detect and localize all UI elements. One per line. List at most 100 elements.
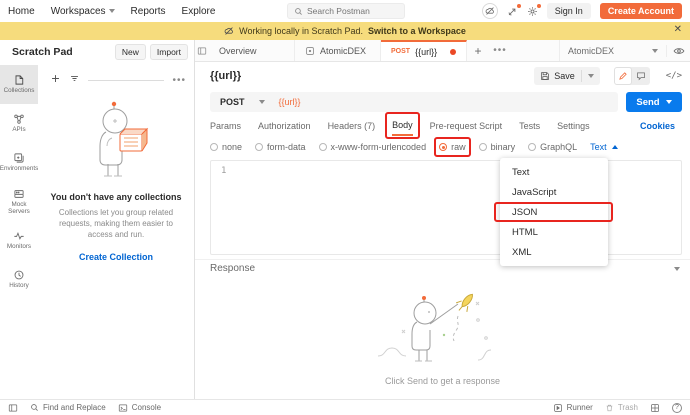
collections-icon bbox=[13, 74, 25, 86]
bodytype-binary[interactable]: binary bbox=[479, 142, 516, 152]
filter-icon[interactable] bbox=[69, 73, 80, 84]
notification-dot bbox=[537, 4, 541, 8]
nav-reports[interactable]: Reports bbox=[131, 6, 166, 17]
body-editor[interactable]: 1 bbox=[210, 160, 682, 255]
response-header[interactable]: Response bbox=[195, 259, 690, 277]
header-actions: Sign In Create Account bbox=[482, 3, 682, 19]
offline-cloud-icon[interactable] bbox=[482, 3, 498, 19]
sidebar-item-apis[interactable]: APIs bbox=[0, 104, 38, 143]
bodytype-raw[interactable]: raw bbox=[439, 142, 466, 152]
empty-collections-illustration bbox=[38, 98, 194, 184]
collapse-sidebar-icon[interactable] bbox=[195, 40, 209, 61]
sidebar-item-environments[interactable]: Environments bbox=[0, 143, 38, 182]
import-button[interactable]: Import bbox=[150, 44, 188, 60]
nav-home[interactable]: Home bbox=[8, 6, 35, 17]
radio-selected-icon bbox=[439, 143, 447, 151]
environments-icon bbox=[13, 152, 25, 164]
sign-in-button[interactable]: Sign In bbox=[547, 3, 591, 19]
tab-pre-request-script[interactable]: Pre-request Script bbox=[430, 117, 503, 135]
environment-eye-icon[interactable] bbox=[666, 45, 690, 57]
url-input[interactable]: {{url}} bbox=[275, 97, 301, 107]
request-option-tabs: Params Authorization Headers (7) Body Pr… bbox=[195, 114, 690, 137]
divider bbox=[581, 70, 582, 82]
help-icon[interactable]: ? bbox=[672, 403, 682, 413]
menu-item-xml[interactable]: XML bbox=[500, 242, 608, 262]
chevron-up-icon bbox=[612, 145, 618, 149]
menu-item-text[interactable]: Text bbox=[500, 162, 608, 182]
add-collection-icon[interactable] bbox=[50, 73, 61, 84]
method-selector[interactable]: POST bbox=[210, 97, 275, 107]
environment-selector[interactable]: AtomicDEX bbox=[560, 46, 666, 56]
send-button[interactable]: Send bbox=[626, 92, 682, 112]
search-underline[interactable] bbox=[88, 80, 164, 81]
new-tab-icon[interactable]: + bbox=[467, 40, 489, 61]
switch-workspace-link[interactable]: Switch to a Workspace bbox=[368, 26, 466, 36]
sidebar-item-mock-servers[interactable]: Mock Servers bbox=[0, 182, 38, 221]
search-input[interactable] bbox=[307, 6, 398, 16]
sidebar-item-monitors[interactable]: Monitors bbox=[0, 221, 38, 260]
nav-workspaces[interactable]: Workspaces bbox=[51, 6, 115, 17]
menu-item-javascript[interactable]: JavaScript bbox=[500, 182, 608, 202]
tab-options-icon[interactable]: ••• bbox=[489, 40, 511, 61]
banner-text: Working locally in Scratch Pad. bbox=[239, 26, 363, 36]
more-options-icon[interactable]: ••• bbox=[172, 78, 186, 84]
empty-collections-description: Collections let you group related reques… bbox=[50, 208, 182, 240]
tab-authorization[interactable]: Authorization bbox=[258, 117, 311, 135]
monitors-icon bbox=[13, 230, 25, 242]
sidebar-item-history[interactable]: History bbox=[0, 260, 38, 299]
cookies-link[interactable]: Cookies bbox=[640, 121, 675, 131]
runner-icon bbox=[553, 403, 563, 413]
save-icon bbox=[540, 71, 550, 81]
bodytype-urlencoded[interactable]: x-www-form-urlencoded bbox=[319, 142, 427, 152]
capture-requests-icon[interactable] bbox=[507, 6, 518, 17]
notification-dot bbox=[517, 4, 521, 8]
menu-item-html[interactable]: HTML bbox=[500, 222, 608, 242]
find-replace-button[interactable]: Find and Replace bbox=[30, 403, 106, 412]
sidebar-item-collections[interactable]: Collections bbox=[0, 65, 38, 104]
radio-icon bbox=[479, 143, 487, 151]
toggle-sidebar-icon[interactable] bbox=[8, 403, 18, 413]
chevron-down-icon bbox=[109, 9, 115, 13]
chevron-down-icon bbox=[666, 100, 672, 104]
close-icon[interactable]: ✕ bbox=[674, 24, 682, 35]
create-account-button[interactable]: Create Account bbox=[600, 3, 682, 19]
request-title-row: {{url}} Save </> bbox=[195, 62, 690, 90]
nav-explore[interactable]: Explore bbox=[182, 6, 216, 17]
bodytype-none[interactable]: none bbox=[210, 142, 242, 152]
runner-button[interactable]: Runner bbox=[553, 403, 593, 413]
tab-post-url[interactable]: POST {{url}} bbox=[381, 40, 467, 61]
request-title: {{url}} bbox=[210, 70, 528, 82]
trash-button[interactable]: Trash bbox=[605, 403, 638, 413]
sidebar: Scratch Pad New Import Collections APIs bbox=[0, 40, 195, 399]
edit-pencil-icon[interactable] bbox=[614, 67, 632, 85]
workspace: Scratch Pad New Import Collections APIs bbox=[0, 40, 690, 399]
tab-body[interactable]: Body bbox=[392, 116, 413, 136]
global-search[interactable] bbox=[287, 3, 405, 19]
raw-language-dropdown[interactable]: Text bbox=[590, 142, 618, 152]
bodytype-graphql[interactable]: GraphQL bbox=[528, 142, 577, 152]
console-button[interactable]: Console bbox=[118, 403, 161, 413]
status-bar: Find and Replace Console Runner Trash ? bbox=[0, 399, 690, 415]
new-button[interactable]: New bbox=[115, 44, 146, 60]
create-collection-link[interactable]: Create Collection bbox=[38, 252, 194, 262]
settings-gear-icon[interactable] bbox=[527, 6, 538, 17]
tab-atomicdex[interactable]: AtomicDEX bbox=[295, 40, 381, 61]
raw-language-menu: Text JavaScript JSON HTML XML bbox=[500, 158, 608, 266]
empty-collections-title: You don't have any collections bbox=[38, 192, 194, 202]
response-empty-caption: Click Send to get a response bbox=[385, 376, 500, 386]
tab-settings[interactable]: Settings bbox=[557, 117, 590, 135]
radio-icon bbox=[210, 143, 218, 151]
tab-method-label: POST bbox=[391, 48, 410, 55]
panes-icon[interactable] bbox=[650, 403, 660, 413]
menu-item-json[interactable]: JSON bbox=[500, 202, 608, 222]
tab-overview[interactable]: Overview bbox=[209, 40, 295, 61]
save-button[interactable]: Save bbox=[534, 67, 600, 85]
code-snippet-icon[interactable]: </> bbox=[666, 71, 682, 81]
bodytype-form-data[interactable]: form-data bbox=[255, 142, 306, 152]
tab-params[interactable]: Params bbox=[210, 117, 241, 135]
edit-comment-toggle bbox=[614, 67, 650, 85]
tab-headers[interactable]: Headers (7) bbox=[328, 117, 376, 135]
comment-icon[interactable] bbox=[632, 67, 650, 85]
tab-tests[interactable]: Tests bbox=[519, 117, 540, 135]
rocket-launch-illustration bbox=[358, 290, 528, 370]
